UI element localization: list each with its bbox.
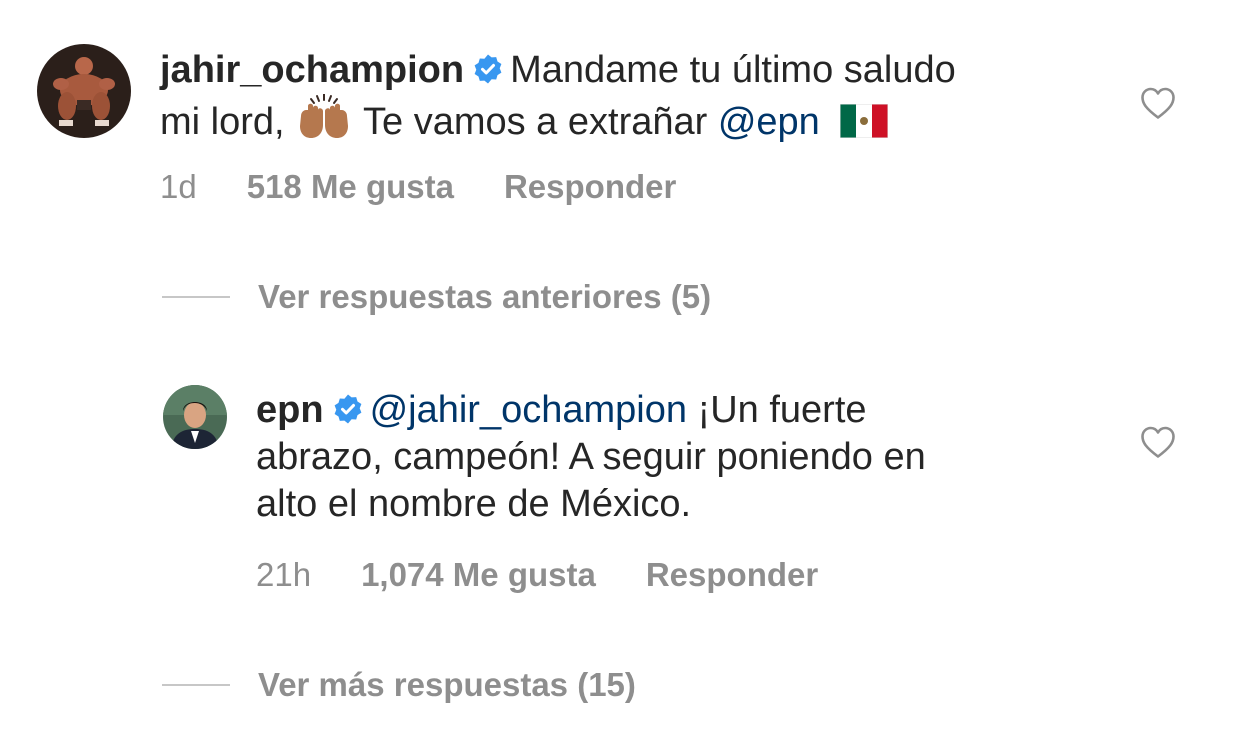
verified-badge-icon <box>334 394 361 424</box>
comment-body-line2a: mi lord, <box>160 101 285 143</box>
reply-body-b: abrazo, campeón! A seguir poniendo en <box>256 436 926 478</box>
view-previous-replies-label: Ver respuestas anteriores (5) <box>258 278 712 315</box>
comment-thread: jahir_ochampion Mandame tu último saludo … <box>0 0 1242 735</box>
mention-link[interactable]: @epn <box>718 101 820 143</box>
view-previous-replies[interactable]: Ver respuestas anteriores (5) <box>162 278 711 316</box>
comment-username[interactable]: jahir_ochampion <box>160 49 464 91</box>
comment-time: 1d <box>160 168 197 205</box>
avatar-jahir[interactable] <box>37 44 131 138</box>
reply-meta: 21h 1,074 Me gusta Responder <box>256 556 868 594</box>
reply-body-c: alto el nombre de México. <box>256 483 692 525</box>
reply-button[interactable]: Responder <box>504 168 676 205</box>
heart-outline-icon[interactable] <box>1140 425 1176 459</box>
mention-link[interactable]: @jahir_ochampion <box>370 389 687 431</box>
reply-username[interactable]: epn <box>256 389 324 431</box>
reply-button[interactable]: Responder <box>646 556 818 593</box>
view-more-replies-label: Ver más respuestas (15) <box>258 666 636 703</box>
likes-count[interactable]: 518 Me gusta <box>247 168 454 205</box>
reply-body-a: ¡Un fuerte <box>697 389 867 431</box>
flag-mexico-icon <box>840 104 889 138</box>
raising-hands-icon <box>300 94 349 138</box>
avatar-epn[interactable] <box>163 385 227 449</box>
divider-line <box>162 296 230 298</box>
comment-body-line2b: Te vamos a extrañar <box>363 101 708 143</box>
comment-meta: 1d 518 Me gusta Responder <box>160 168 726 206</box>
reply-time: 21h <box>256 556 312 593</box>
reply-text: epn @jahir_ochampion ¡Un fuerte abrazo, c… <box>256 387 1116 528</box>
divider-line <box>162 684 230 686</box>
verified-badge-icon <box>474 54 502 84</box>
likes-count[interactable]: 1,074 Me gusta <box>361 556 596 593</box>
heart-outline-icon[interactable] <box>1140 86 1176 120</box>
view-more-replies[interactable]: Ver más respuestas (15) <box>162 666 636 704</box>
comment-text: jahir_ochampion Mandame tu último saludo … <box>160 47 1120 146</box>
comment-body-line1: Mandame tu último saludo <box>510 49 956 91</box>
